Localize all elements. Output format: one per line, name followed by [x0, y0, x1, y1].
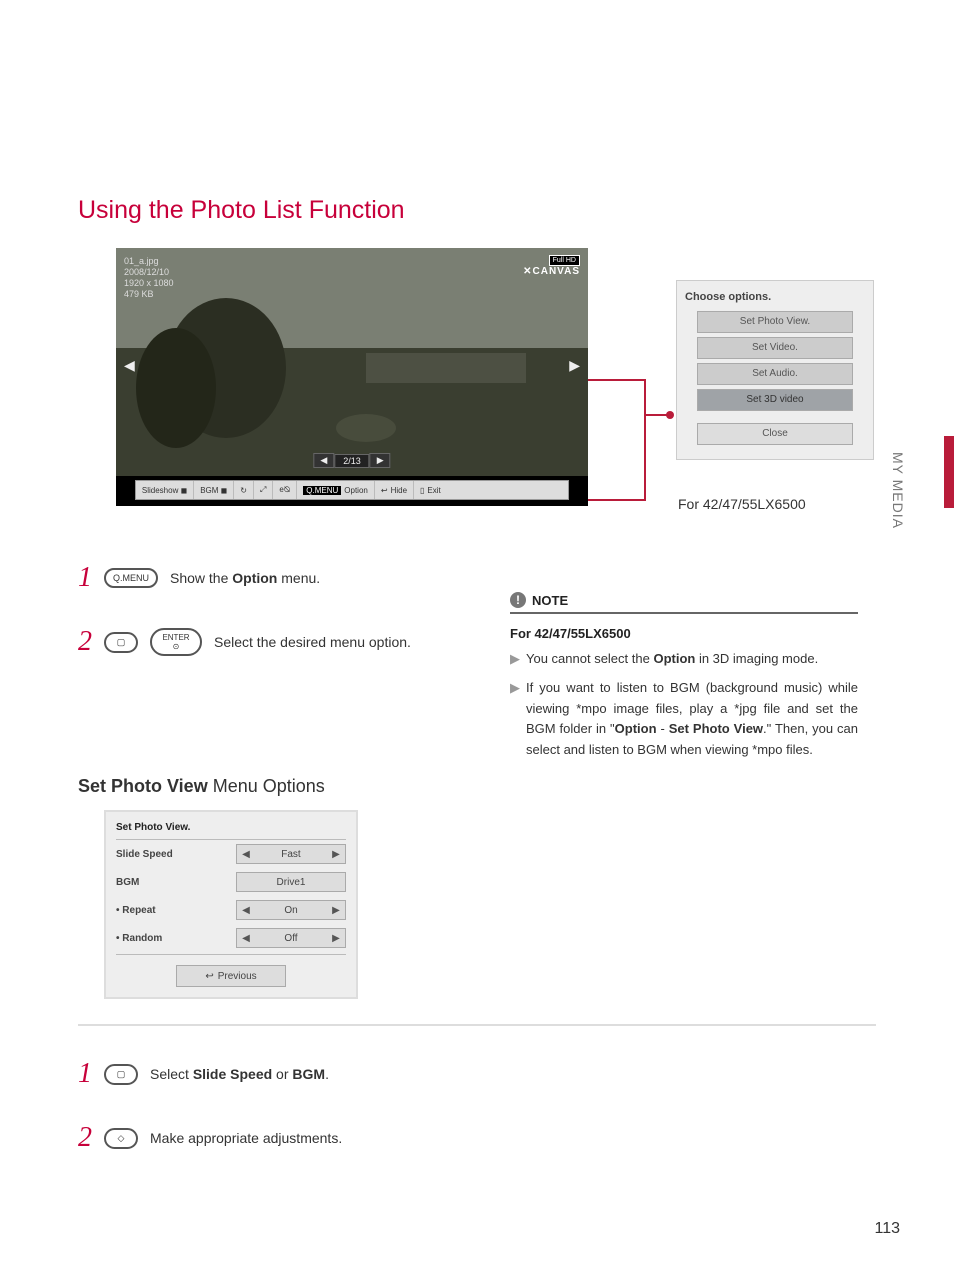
- options-title: Choose options.: [685, 287, 865, 311]
- slide-speed-control[interactable]: ◀Fast▶: [236, 844, 346, 864]
- toolbar-hide[interactable]: ↩Hide: [375, 481, 414, 499]
- chevron-right-icon: ▶: [510, 678, 520, 761]
- settings-separator: [116, 954, 346, 955]
- option-set-photo-view[interactable]: Set Photo View.: [697, 311, 854, 333]
- callout-line: [644, 379, 646, 501]
- toolbar-exit[interactable]: ▯Exit: [414, 481, 447, 499]
- step-text: Select Slide Speed or BGM.: [150, 1066, 329, 1082]
- zoom-icon: ⤢: [260, 485, 266, 495]
- page-title: Using the Photo List Function: [78, 196, 405, 225]
- step-number: 1: [78, 1058, 92, 1090]
- right-arrow-icon[interactable]: ▶: [327, 933, 345, 944]
- step-text: Make appropriate adjustments.: [150, 1130, 342, 1146]
- note-box: ! NOTE For 42/47/55LX6500 ▶ You cannot s…: [510, 592, 858, 761]
- step-text: Select the desired menu option.: [214, 634, 411, 650]
- right-arrow-icon[interactable]: ▶: [327, 849, 345, 860]
- note-subtitle: For 42/47/55LX6500: [510, 626, 858, 641]
- slide-speed-label: Slide Speed: [116, 849, 173, 860]
- toolbar-bgm[interactable]: BGM ◼: [194, 481, 234, 499]
- step-number: 1: [78, 562, 92, 594]
- options-panel: Choose options. Set Photo View. Set Vide…: [676, 280, 874, 460]
- dpad-icon: ▢: [104, 1064, 138, 1085]
- canvas-logo: ✕CANVAS: [523, 266, 580, 277]
- bgm-control[interactable]: ◀Drive1▶: [236, 872, 346, 892]
- settings-title: Set Photo View.: [116, 818, 346, 840]
- left-arrow-icon[interactable]: ◀: [237, 849, 255, 860]
- left-arrow-icon[interactable]: ◀: [237, 933, 255, 944]
- slide-speed-row: Slide Speed ◀Fast▶: [116, 840, 346, 868]
- step-number: 2: [78, 626, 92, 658]
- counter-next-button[interactable]: ▶: [370, 453, 391, 468]
- previous-button[interactable]: ↩Previous: [176, 965, 286, 987]
- bgm-label: BGM: [116, 877, 139, 888]
- right-arrow-icon[interactable]: ▶: [327, 905, 345, 916]
- note-title: NOTE: [532, 593, 568, 608]
- fullhd-badge: Full HD: [549, 255, 580, 266]
- nav-right-icon[interactable]: ▶: [569, 357, 580, 374]
- note-item: ▶ You cannot select the Option in 3D ima…: [510, 649, 858, 670]
- option-set-audio[interactable]: Set Audio.: [697, 363, 854, 385]
- subsection-title: Set Photo View Menu Options: [78, 776, 325, 797]
- file-info: 01_a.jpg 2008/12/10 1920 x 1080 479 KB: [124, 256, 174, 300]
- counter-label: 2/13: [334, 454, 370, 468]
- repeat-row: Repeat ◀On▶: [116, 896, 346, 924]
- qmenu-button-icon: Q.MENU: [104, 568, 158, 588]
- for-model-label: For 42/47/55LX6500: [678, 496, 806, 512]
- callout-line: [588, 379, 646, 381]
- bgm-row: BGM ◀Drive1▶: [116, 868, 346, 896]
- note-header: ! NOTE: [510, 592, 858, 614]
- random-label: Random: [116, 933, 162, 944]
- repeat-label: Repeat: [116, 905, 156, 916]
- step-number: 2: [78, 1122, 92, 1154]
- option-close[interactable]: Close: [697, 423, 854, 445]
- separator: [78, 1024, 876, 1026]
- set-photo-view-panel: Set Photo View. Slide Speed ◀Fast▶ BGM ◀…: [104, 810, 358, 999]
- chevron-right-icon: ▶: [510, 649, 520, 670]
- step-2: 2 ▢ ENTER ⊙ Select the desired menu opti…: [78, 626, 411, 658]
- page-number: 113: [874, 1220, 900, 1238]
- photo-viewer-screenshot: 01_a.jpg 2008/12/10 1920 x 1080 479 KB F…: [116, 248, 588, 506]
- step-b-1: 1 ▢ Select Slide Speed or BGM.: [78, 1058, 329, 1090]
- repeat-control[interactable]: ◀On▶: [236, 900, 346, 920]
- file-name: 01_a.jpg: [124, 256, 174, 267]
- section-tab: MY MEDIA: [890, 452, 906, 529]
- back-icon: ↩: [205, 971, 213, 982]
- energy-icon: e⦰: [279, 485, 290, 495]
- nav-left-icon[interactable]: ◀: [124, 357, 135, 374]
- toolbar-slideshow[interactable]: Slideshow ◼: [136, 481, 194, 499]
- toolbar-rotate[interactable]: ↻: [234, 481, 254, 499]
- step-1: 1 Q.MENU Show the Option menu.: [78, 562, 320, 594]
- logo: Full HD ✕CANVAS: [523, 254, 580, 277]
- counter-bar: ◀ 2/13 ▶: [313, 453, 390, 468]
- accent-bar: [944, 436, 954, 508]
- file-res: 1920 x 1080: [124, 278, 174, 289]
- enter-button-icon: ENTER ⊙: [150, 628, 202, 656]
- photo-toolbar: Slideshow ◼ BGM ◼ ↻ ⤢ e⦰ Q.MENUOption ↩H…: [135, 480, 569, 500]
- left-arrow-icon[interactable]: ◀: [237, 905, 255, 916]
- callout-dot: [666, 411, 674, 419]
- file-size: 479 KB: [124, 289, 174, 300]
- random-row: Random ◀Off▶: [116, 924, 346, 952]
- note-item: ▶ If you want to listen to BGM (backgrou…: [510, 678, 858, 761]
- option-set-video[interactable]: Set Video.: [697, 337, 854, 359]
- callout-line: [588, 499, 646, 501]
- option-set-3d-video[interactable]: Set 3D video: [697, 389, 854, 411]
- counter-prev-button[interactable]: ◀: [313, 453, 334, 468]
- rotate-icon: ↻: [240, 486, 247, 495]
- random-control[interactable]: ◀Off▶: [236, 928, 346, 948]
- toolbar-zoom[interactable]: ⤢: [254, 481, 273, 499]
- step-b-2: 2 ◇ Make appropriate adjustments.: [78, 1122, 342, 1154]
- photo-image: [116, 248, 588, 476]
- exit-icon: ▯: [420, 486, 424, 495]
- dpad-icon: ▢: [104, 632, 138, 653]
- alert-icon: !: [510, 592, 526, 608]
- file-date: 2008/12/10: [124, 267, 174, 278]
- toolbar-energy[interactable]: e⦰: [273, 481, 297, 499]
- dpad-icon: ◇: [104, 1128, 138, 1149]
- step-text: Show the Option menu.: [170, 570, 320, 586]
- toolbar-option[interactable]: Q.MENUOption: [297, 481, 375, 499]
- back-icon: ↩: [381, 486, 388, 495]
